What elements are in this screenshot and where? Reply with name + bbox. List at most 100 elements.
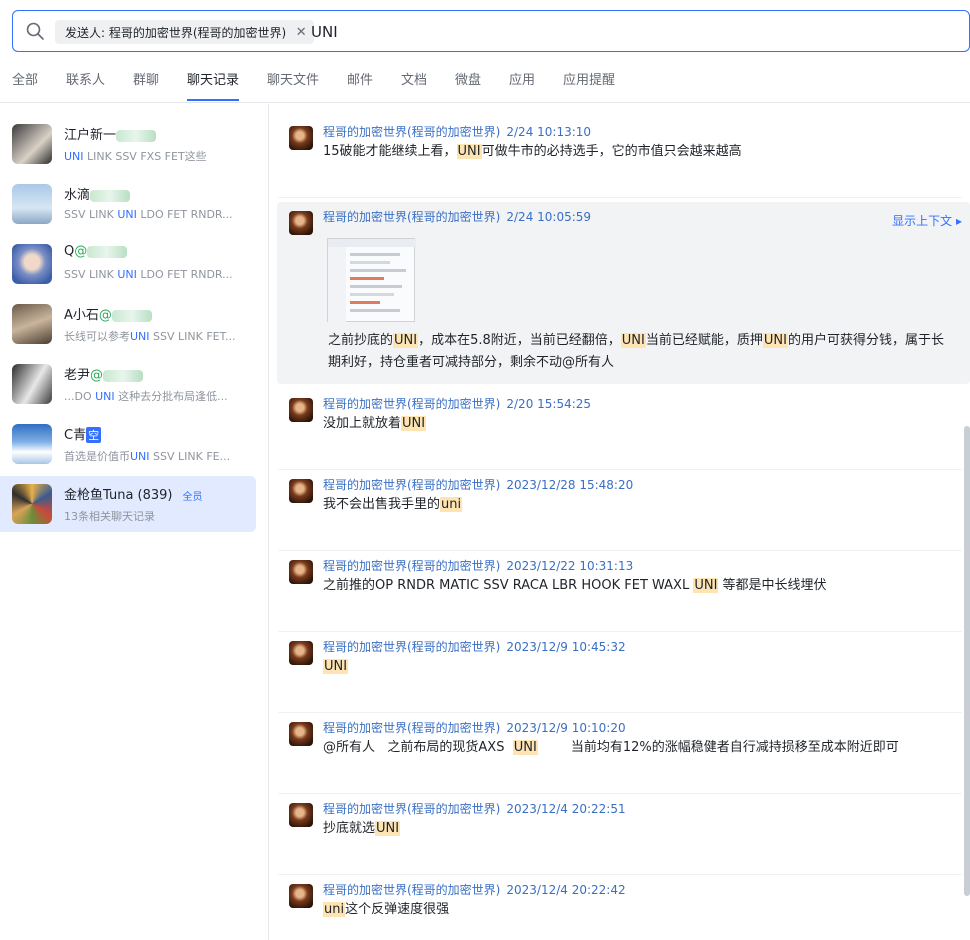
contact-name: Q: [64, 244, 75, 259]
search-input[interactable]: UNI: [311, 21, 338, 43]
screenshot-preview-icon: [328, 239, 416, 323]
list-item[interactable]: 水滴 SSV LINK UNI LDO FET RNDR...: [0, 176, 256, 232]
list-item[interactable]: C青空 首选是价值币UNI SSV LINK FE...: [0, 416, 256, 472]
avatar: [289, 126, 313, 150]
list-item[interactable]: 老尹@ ...DO UNI 这种去分批布局逢低...: [0, 356, 256, 412]
avatar: [289, 560, 313, 584]
message-text: 抄底就选UNI: [323, 821, 401, 836]
contact-name: A小石: [64, 308, 99, 323]
sender-name: 程哥的加密世界(程哥的加密世界): [323, 559, 501, 573]
avatar: [289, 211, 313, 235]
contact-name-suffix: @: [98, 308, 112, 323]
close-icon[interactable]: ✕: [294, 25, 308, 40]
scrollbar[interactable]: [964, 426, 970, 896]
avatar: [12, 304, 52, 344]
timestamp: 2/24 10:05:59: [506, 210, 592, 224]
list-item[interactable]: 江户新一 UNI LINK SSV FXS FET这些: [0, 116, 256, 172]
match-snippet: ...DO UNI 这种去分批布局逢低...: [64, 390, 228, 403]
message-text: uni这个反弹速度很强: [323, 902, 450, 917]
group-avatar: [12, 484, 52, 524]
sender-name: 程哥的加密世界(程哥的加密世界): [323, 125, 501, 139]
timestamp: 2023/12/9 10:10:20: [506, 721, 626, 735]
message-item[interactable]: 程哥的加密世界(程哥的加密世界) 2/20 15:54:25 没加上就放着UNI: [278, 389, 962, 470]
match-count: 13条相关聊天记录: [64, 510, 155, 523]
contact-name: 水滴: [64, 188, 91, 203]
timestamp: 2/20 15:54:25: [506, 397, 592, 411]
redacted-mark: [116, 129, 157, 142]
redacted-mark: [90, 189, 131, 202]
tab-contacts[interactable]: 联系人: [66, 69, 105, 88]
message-item[interactable]: 程哥的加密世界(程哥的加密世界) 2/24 10:13:10 15破能才能继续上看…: [278, 117, 962, 198]
message-item[interactable]: 程哥的加密世界(程哥的加密世界) 2023/12/4 20:22:51 抄底就选U…: [278, 794, 962, 875]
sender-name: 程哥的加密世界(程哥的加密世界): [323, 721, 501, 735]
message-text-line2: 期利好，持仓重者可减持部分，剩余不动@所有人: [328, 355, 615, 370]
message-item[interactable]: 程哥的加密世界(程哥的加密世界) 2023/12/9 10:45:32 UNI: [278, 632, 962, 713]
list-item-active-group[interactable]: 金枪鱼Tuna (839) 全员 13条相关聊天记录: [0, 476, 256, 532]
avatar: [289, 398, 313, 422]
match-snippet: SSV LINK UNI LDO FET RNDR...: [64, 268, 233, 281]
sender-name: 程哥的加密世界(程哥的加密世界): [323, 210, 501, 224]
list-item[interactable]: A小石@ 长线可以参考UNI SSV LINK FET...: [0, 296, 256, 352]
tab-docs[interactable]: 文档: [401, 69, 427, 88]
redacted-mark: [111, 309, 152, 322]
message-text: 我不会出售我手里的uni: [323, 497, 463, 512]
redacted-mark: [103, 369, 144, 382]
message-text: @所有人 之前布局的现货AXS UNI 当前均有12%的涨幅稳健者自行减持损移至…: [323, 740, 899, 755]
message-item[interactable]: 程哥的加密世界(程哥的加密世界) 2023/12/4 20:22:42 uni这个…: [278, 875, 962, 940]
tab-mail[interactable]: 邮件: [347, 69, 373, 88]
contact-name-tag: 空: [86, 427, 102, 443]
message-text: 15破能才能继续上看，UNI可做牛市的必持选手，它的市值只会越来越高: [323, 144, 742, 159]
contact-name: 老尹: [64, 368, 91, 383]
avatar: [289, 803, 313, 827]
tab-apps[interactable]: 应用: [509, 69, 535, 88]
message-item[interactable]: 程哥的加密世界(程哥的加密世界) 2023/12/9 10:10:20 @所有人 …: [278, 713, 962, 794]
match-snippet: SSV LINK UNI LDO FET RNDR...: [64, 208, 233, 221]
contact-name-suffix: @: [74, 244, 88, 259]
redacted-mark: [87, 245, 128, 258]
message-item[interactable]: 程哥的加密世界(程哥的加密世界) 2023/12/28 15:48:20 我不会出…: [278, 470, 962, 551]
message-text: UNI: [323, 659, 349, 674]
avatar: [289, 641, 313, 665]
avatar: [289, 479, 313, 503]
avatar: [12, 124, 52, 164]
message-results: 程哥的加密世界(程哥的加密世界) 2/24 10:13:10 15破能才能继续上看…: [270, 104, 970, 940]
timestamp: 2023/12/4 20:22:42: [506, 883, 626, 897]
sender-filter-label: 发送人: 程哥的加密世界(程哥的加密世界): [65, 25, 287, 40]
timestamp: 2023/12/22 10:31:13: [506, 559, 634, 573]
search-bar[interactable]: 发送人: 程哥的加密世界(程哥的加密世界) ✕ UNI: [12, 10, 970, 52]
group-name: 金枪鱼Tuna (839): [64, 488, 173, 503]
conversation-list: 江户新一 UNI LINK SSV FXS FET这些 水滴 SSV LINK …: [0, 104, 269, 940]
image-thumbnail[interactable]: [327, 238, 416, 323]
match-snippet: UNI LINK SSV FXS FET这些: [64, 150, 207, 163]
avatar: [289, 722, 313, 746]
timestamp: 2023/12/4 20:22:51: [506, 802, 626, 816]
tab-chat-history[interactable]: 聊天记录: [187, 69, 239, 88]
category-tabs: 全部 联系人 群聊 聊天记录 聊天文件 邮件 文档 微盘 应用 应用提醒: [0, 52, 970, 103]
sender-name: 程哥的加密世界(程哥的加密世界): [323, 883, 501, 897]
avatar: [12, 364, 52, 404]
show-context-link[interactable]: 显示上下文 ▸: [892, 212, 962, 229]
list-item[interactable]: Q@ SSV LINK UNI LDO FET RNDR...: [0, 236, 256, 292]
avatar: [12, 184, 52, 224]
sender-filter-chip[interactable]: 发送人: 程哥的加密世界(程哥的加密世界) ✕: [55, 20, 315, 44]
tab-drive[interactable]: 微盘: [455, 69, 481, 88]
tab-groups[interactable]: 群聊: [133, 69, 159, 88]
message-item[interactable]: 程哥的加密世界(程哥的加密世界) 2023/12/22 10:31:13 之前推的…: [278, 551, 962, 632]
active-tab-indicator: [187, 99, 239, 101]
message-text: 之前抄底的UNI，成本在5.8附近，当前已经翻倍，UNI当前已经赋能，质押UNI…: [328, 333, 944, 348]
message-item[interactable]: 程哥的加密世界(程哥的加密世界) 2/24 10:05:59 显示上下文 ▸ 之前…: [277, 202, 970, 384]
match-snippet: 长线可以参考UNI SSV LINK FET...: [64, 330, 236, 343]
avatar: [289, 884, 313, 908]
contact-name: 江户新一: [64, 128, 117, 143]
sender-name: 程哥的加密世界(程哥的加密世界): [323, 397, 501, 411]
contact-name: C青: [64, 428, 87, 443]
member-badge: 全员: [178, 487, 207, 504]
tab-app-reminders[interactable]: 应用提醒: [563, 69, 615, 88]
tab-chat-files[interactable]: 聊天文件: [267, 69, 319, 88]
contact-name-suffix: @: [90, 368, 104, 383]
message-text: 之前推的OP RNDR MATIC SSV RACA LBR HOOK FET …: [323, 578, 827, 593]
search-icon: [26, 22, 44, 40]
match-snippet: 首选是价值币UNI SSV LINK FE...: [64, 450, 231, 463]
sender-name: 程哥的加密世界(程哥的加密世界): [323, 802, 501, 816]
tab-all[interactable]: 全部: [12, 69, 38, 88]
